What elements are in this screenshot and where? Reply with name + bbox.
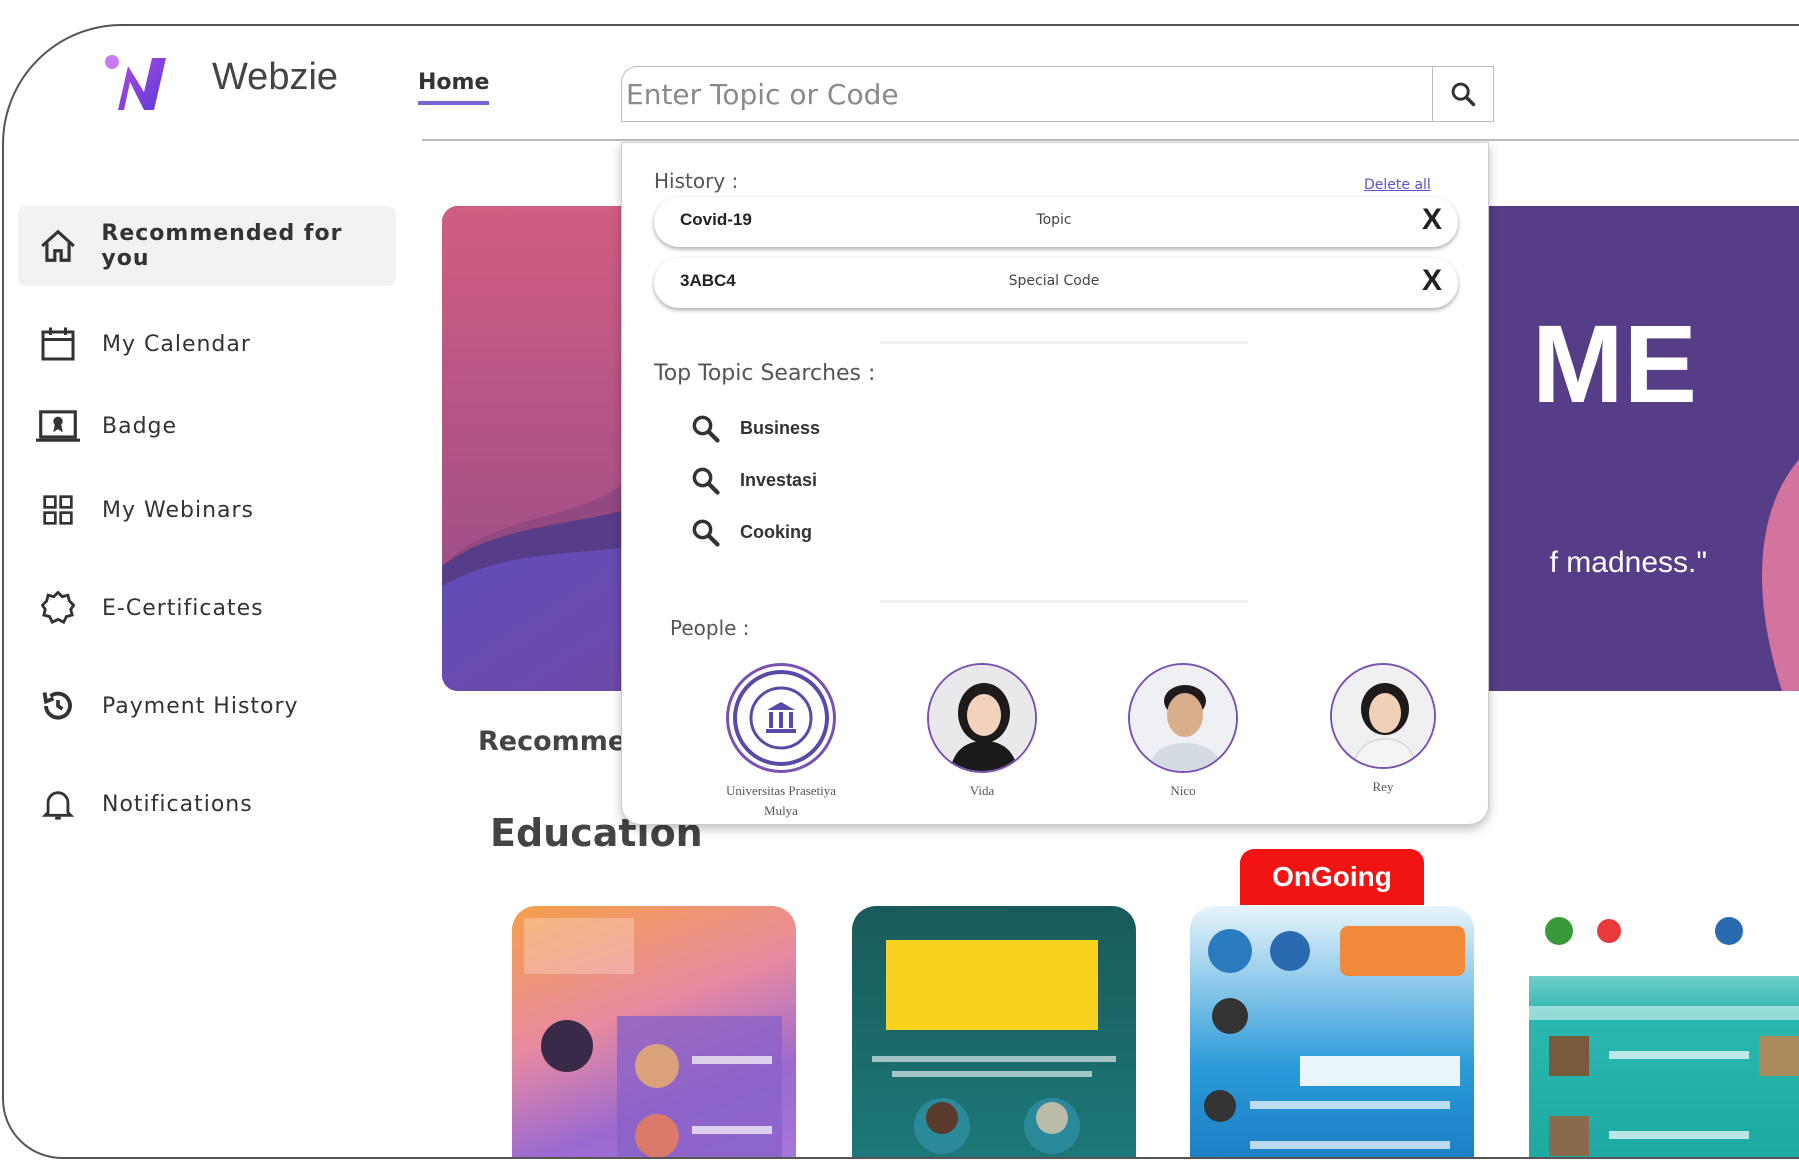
- banner-headline: ME: [1532, 303, 1697, 426]
- app-frame: Webzie Home Recommended for you My Calen…: [2, 24, 1799, 1159]
- avatar: [726, 663, 836, 773]
- avatar: [927, 663, 1037, 773]
- search-icon: [692, 519, 720, 547]
- top-search-label: Investasi: [740, 469, 818, 490]
- person-name: Nico: [1170, 783, 1196, 798]
- top-search-item[interactable]: Business: [690, 413, 820, 443]
- sidebar-item-calendar[interactable]: My Calendar: [18, 304, 396, 384]
- top-search-item[interactable]: Cooking: [690, 517, 812, 547]
- bell-icon: [30, 776, 86, 832]
- webinar-card[interactable]: [1529, 906, 1799, 1157]
- sidebar-item-label: Notifications: [102, 791, 253, 817]
- webinar-poster-image: [1529, 906, 1799, 1156]
- person-item[interactable]: Vida: [917, 663, 1047, 801]
- person-item[interactable]: Nico: [1118, 663, 1248, 801]
- dropdown-divider: [880, 341, 1248, 344]
- top-searches-label: Top Topic Searches :: [654, 361, 876, 386]
- sidebar-item-label: Badge: [102, 413, 178, 439]
- person-name: Universitas Prasetiya Mulya: [725, 783, 837, 818]
- person-item[interactable]: Universitas Prasetiya Mulya: [716, 663, 846, 820]
- person-name: Vida: [969, 783, 995, 798]
- banner-quote: f madness.": [1549, 546, 1707, 579]
- ongoing-badge: OnGoing: [1240, 849, 1424, 905]
- sidebar-item-webinars[interactable]: My Webinars: [18, 470, 396, 550]
- university-seal-icon: [733, 670, 829, 766]
- history-term: Covid-19: [680, 210, 752, 229]
- person-item[interactable]: Rey: [1318, 663, 1448, 797]
- top-search-label: Cooking: [740, 521, 812, 542]
- home-icon: [30, 218, 85, 274]
- search-icon: [692, 415, 720, 443]
- nav-home-link[interactable]: Home: [418, 70, 490, 105]
- grid-icon: [30, 482, 86, 538]
- history-term: 3ABC4: [680, 271, 736, 290]
- sidebar-item-label: My Webinars: [102, 497, 255, 523]
- avatar: [1128, 663, 1238, 773]
- header-divider: [422, 139, 1799, 141]
- sidebar-item-notifications[interactable]: Notifications: [18, 764, 396, 844]
- avatar: [1330, 663, 1436, 769]
- person-name: Rey: [1372, 779, 1394, 794]
- remove-history-button[interactable]: X: [1422, 264, 1442, 298]
- certificate-icon: [30, 580, 86, 636]
- webinar-card[interactable]: [852, 906, 1136, 1157]
- webzie-logo[interactable]: [104, 52, 174, 112]
- webinar-poster-image: [524, 918, 782, 1157]
- search-icon: [692, 467, 720, 495]
- webinar-card[interactable]: [512, 906, 796, 1157]
- delete-all-link[interactable]: Delete all: [1364, 177, 1431, 193]
- history-type: Special Code: [1008, 273, 1100, 289]
- history-label: History :: [654, 169, 739, 193]
- history-icon: [30, 678, 86, 734]
- dropdown-divider: [880, 600, 1248, 603]
- sidebar-item-label: Recommended for you: [101, 221, 343, 271]
- webinar-card[interactable]: [1190, 906, 1474, 1157]
- calendar-icon: [30, 316, 86, 372]
- remove-history-button[interactable]: X: [1422, 203, 1442, 237]
- brand-name: Webzie: [212, 56, 339, 98]
- top-search-label: Business: [740, 417, 821, 438]
- sidebar-item-label: E-Certificates: [102, 595, 264, 621]
- people-label: People :: [670, 616, 750, 640]
- sidebar-item-certificates[interactable]: E-Certificates: [18, 568, 396, 648]
- sidebar-item-label: Payment History: [102, 693, 299, 719]
- webinar-poster-image: [1204, 926, 1465, 1149]
- top-search-item[interactable]: Investasi: [690, 465, 817, 495]
- history-item[interactable]: 3ABC4 Special Code X: [654, 258, 1458, 308]
- sidebar-item-recommended[interactable]: Recommended for you: [18, 206, 396, 286]
- search-icon: [1451, 82, 1476, 107]
- search-button[interactable]: [1432, 66, 1494, 122]
- badge-icon: [30, 398, 86, 454]
- history-type: Topic: [1036, 212, 1072, 228]
- sidebar-item-label: My Calendar: [102, 331, 251, 357]
- search-suggestions-dropdown: History : Delete all Covid-19 Topic X 3A…: [621, 142, 1489, 825]
- sidebar-item-payment-history[interactable]: Payment History: [18, 666, 396, 746]
- sidebar-item-badge[interactable]: Badge: [18, 386, 396, 466]
- history-item[interactable]: Covid-19 Topic X: [654, 197, 1458, 247]
- webinar-poster-image: [872, 940, 1116, 1154]
- search-input[interactable]: [621, 66, 1433, 122]
